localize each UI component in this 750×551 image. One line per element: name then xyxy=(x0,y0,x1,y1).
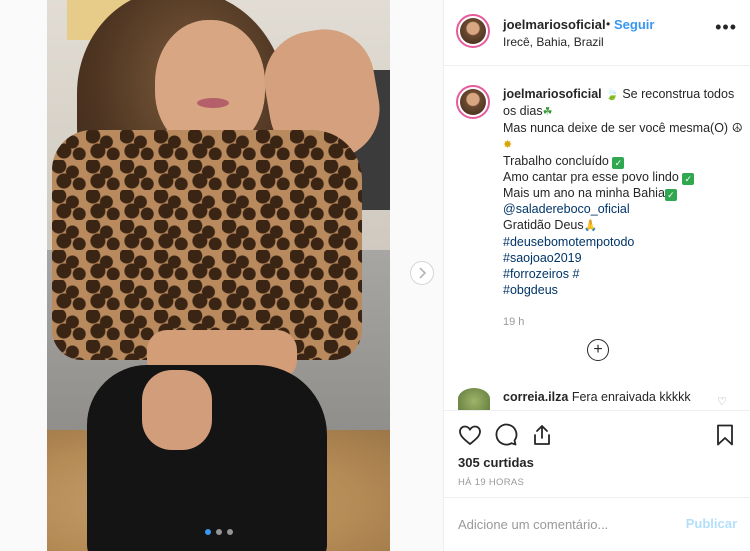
comment-text: Fera enraivada kkkkk xyxy=(571,390,691,404)
load-more-comments-button[interactable]: + xyxy=(587,339,609,361)
caption-mention[interactable]: @saladereboco_oficial xyxy=(503,201,743,217)
share-icon xyxy=(534,425,550,445)
follow-button[interactable]: Seguir xyxy=(614,17,654,32)
plus-circle-icon: + xyxy=(593,341,603,358)
publish-button[interactable]: Publicar xyxy=(686,516,737,531)
likes-count[interactable]: 305 curtidas xyxy=(458,455,534,470)
comment-button[interactable] xyxy=(494,423,518,447)
caption-hashtag[interactable]: #deusebomotempotodo xyxy=(503,234,743,250)
comment-like-icon[interactable]: ♡ xyxy=(717,395,727,408)
caption-timestamp[interactable]: 19 h xyxy=(503,316,524,328)
post-timestamp[interactable]: HÁ 19 HORAS xyxy=(458,477,524,488)
instagram-post-view: joelmariosoficial • Seguir Irecê, Bahia,… xyxy=(0,0,750,551)
chevron-right-icon xyxy=(419,267,427,279)
author-username[interactable]: joelmariosoficial xyxy=(503,17,606,32)
post-side-panel: joelmariosoficial • Seguir Irecê, Bahia,… xyxy=(443,0,750,551)
post-actions: 305 curtidas HÁ 19 HORAS xyxy=(444,410,750,497)
comment-icon xyxy=(495,423,518,446)
heart-icon xyxy=(459,425,481,446)
caption-hashtag[interactable]: #forrozeiros # xyxy=(503,266,743,282)
peace-emoji-icon: ☮ xyxy=(731,121,743,135)
check-emoji-icon: ✓ xyxy=(664,189,677,201)
caption-line: Gratidão Deus xyxy=(503,218,584,232)
praying-hands-emoji-icon: 🙏 xyxy=(583,220,598,232)
share-button[interactable] xyxy=(530,423,554,447)
like-button[interactable] xyxy=(458,423,482,447)
leaf-emoji-icon: 🍃 xyxy=(605,89,619,101)
more-icon[interactable]: ••• xyxy=(715,18,737,36)
caption-hashtag[interactable]: #obgdeus xyxy=(503,282,743,298)
clover-emoji-icon: ☘ xyxy=(542,106,553,118)
header-separator: • xyxy=(606,17,611,31)
post-caption: joelmariosoficial 🍃 Se reconstrua todos … xyxy=(503,86,743,298)
commenter-avatar[interactable] xyxy=(458,388,490,410)
comment-item: correia.ilza Fera enraivada kkkkk xyxy=(503,390,691,404)
comments-section[interactable]: joelmariosoficial 🍃 Se reconstrua todos … xyxy=(444,67,750,410)
check-emoji-icon: ✓ xyxy=(682,173,695,185)
sparkle-emoji-icon: ✸ xyxy=(503,139,513,151)
caption-line-wrap: Mas nunca deixe de ser você mesma(O) ☮ ✸ xyxy=(503,120,743,153)
caption-author-avatar[interactable] xyxy=(456,85,490,119)
save-button[interactable] xyxy=(713,423,737,447)
photo-subject-hand xyxy=(142,370,212,450)
comment-input[interactable] xyxy=(458,514,668,534)
photo-subject-leopard-blouse xyxy=(52,130,362,360)
caption-line: Mais um ano na minha Bahia xyxy=(503,186,665,200)
post-location[interactable]: Irecê, Bahia, Brazil xyxy=(503,35,604,49)
photo-subject-lips xyxy=(197,98,229,108)
caption-line-wrap: Gratidão Deus🙏 xyxy=(503,217,743,234)
add-comment-bar: Publicar xyxy=(444,497,750,551)
comment-username[interactable]: correia.ilza xyxy=(503,390,568,404)
carousel-dot xyxy=(215,529,222,535)
post-photo[interactable] xyxy=(47,0,390,551)
bookmark-icon xyxy=(717,424,733,446)
author-avatar[interactable] xyxy=(456,14,490,48)
check-emoji-icon: ✓ xyxy=(612,157,625,169)
post-header: joelmariosoficial • Seguir Irecê, Bahia,… xyxy=(444,0,750,66)
carousel-dot xyxy=(226,529,233,535)
caption-username[interactable]: joelmariosoficial xyxy=(503,87,602,101)
caption-line-wrap: Trabalho concluído ✓ xyxy=(503,153,743,169)
caption-line-wrap: Mais um ano na minha Bahia ✓ xyxy=(503,185,743,201)
caption-hashtag[interactable]: #saojoao2019 xyxy=(503,250,743,266)
caption-line: Mas nunca deixe de ser você mesma(O) xyxy=(503,121,729,135)
caption-line: Trabalho concluído xyxy=(503,154,609,168)
caption-line: Amo cantar pra esse povo lindo xyxy=(503,170,679,184)
carousel-next-button[interactable] xyxy=(410,261,434,285)
carousel-indicator xyxy=(47,529,390,535)
carousel-dot-active xyxy=(204,529,211,535)
caption-line-wrap: Amo cantar pra esse povo lindo ✓ xyxy=(503,169,743,185)
